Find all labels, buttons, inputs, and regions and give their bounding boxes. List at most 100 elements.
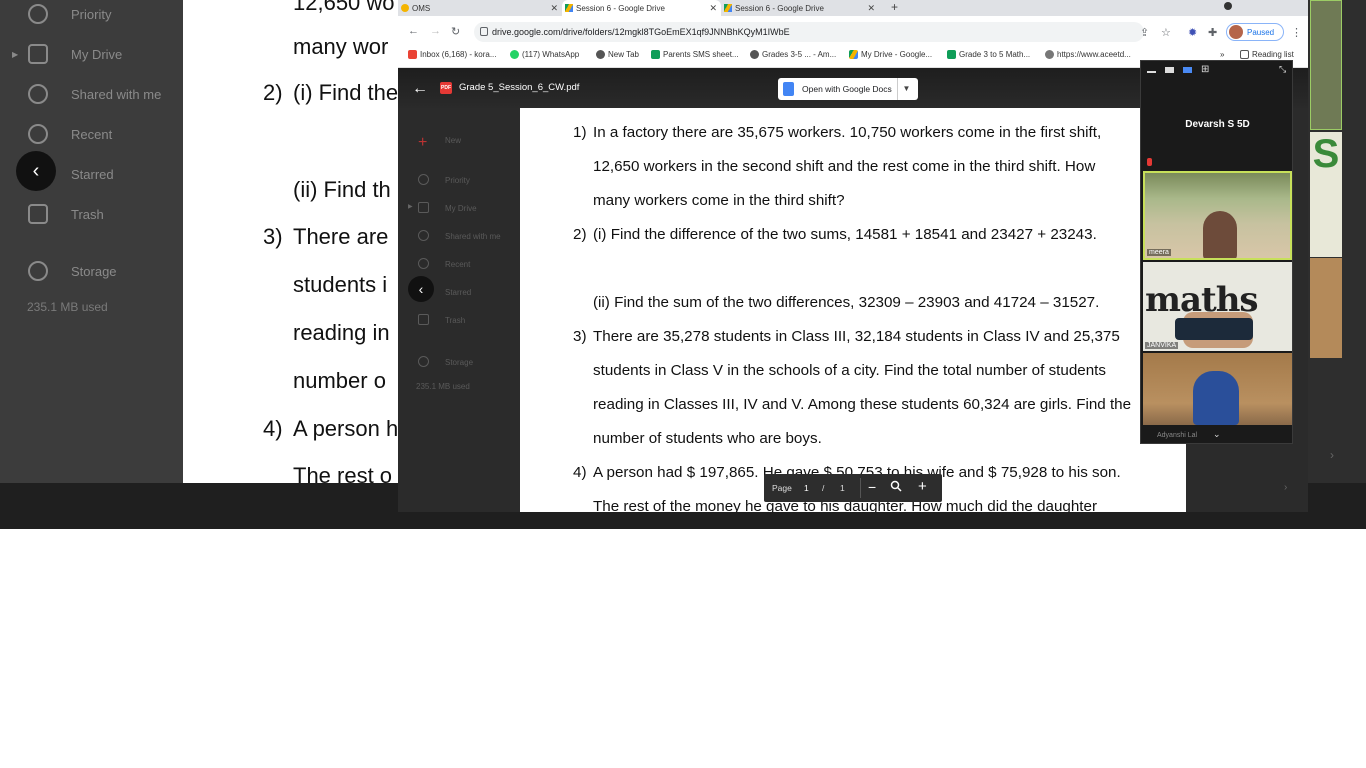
bg-sidebar-item-shared[interactable]: Shared with me [0, 76, 183, 112]
bg-doc-number: 4) [263, 416, 283, 441]
speaker-view-icon[interactable] [1183, 67, 1192, 73]
share-icon[interactable]: ⇪ [1140, 26, 1149, 39]
forward-arrow-icon[interactable]: → [430, 25, 441, 37]
participant-name: Adyanshi Lal [1157, 432, 1198, 439]
tab-search-icon[interactable] [1224, 2, 1232, 10]
bookmark-label: New Tab [608, 50, 639, 59]
open-with-label: Open with Google Docs [802, 84, 892, 94]
bookmark-aceetd[interactable]: https://www.aceetd... [1045, 50, 1131, 59]
back-arrow-icon[interactable]: ← [408, 25, 419, 37]
close-icon[interactable]: ✕ [550, 3, 558, 14]
sheets-icon [947, 50, 956, 59]
question-line: (i) Find the difference of the two sums,… [593, 226, 1097, 243]
bg-doc-line: (ii) Find th [293, 177, 391, 202]
zoom-out-button[interactable]: − [868, 479, 876, 495]
bookmark-grades[interactable]: Grades 3-5 ... - Am... [750, 50, 836, 59]
menu-dots-icon[interactable]: ⋮ [1291, 26, 1302, 39]
star-icon[interactable]: ☆ [1161, 26, 1171, 39]
bg-sidebar-label: Trash [71, 206, 104, 222]
bookmark-label: Grades 3-5 ... - Am... [762, 50, 837, 59]
question-number: 1) [573, 124, 587, 141]
bg-drive-sidebar: Priority ▶ My Drive Shared with me Recen… [0, 0, 183, 483]
participant-video-tile[interactable]: maths JANVIKA [1143, 262, 1292, 351]
bg-sidebar-item-my-drive[interactable]: ▶ My Drive [0, 36, 183, 72]
bg-sidebar-item-recent[interactable]: Recent [0, 116, 183, 152]
profile-status: Paused [1247, 28, 1275, 37]
question-line: In a factory there are 35,675 workers. 1… [593, 124, 1102, 141]
drive-icon [28, 44, 48, 64]
dim-sidebar-item: Storage [445, 358, 474, 367]
tab-oms[interactable]: OMS ✕ [398, 0, 562, 16]
drive-icon [849, 50, 858, 59]
bg-sidebar-label: Storage [71, 263, 117, 279]
bookmark-parents-sms[interactable]: Parents SMS sheet... [651, 50, 739, 59]
drive-favicon-icon [724, 4, 732, 12]
tab-session-drive[interactable]: Session 6 - Google Drive ✕ [721, 0, 879, 16]
cloud-icon [28, 261, 48, 281]
bookmark-label: (117) WhatsApp [522, 50, 580, 59]
question-line: reading in Classes III, IV and V. Among … [593, 396, 1132, 413]
close-icon[interactable]: ✕ [867, 3, 875, 14]
bookmark-new-tab[interactable]: New Tab [596, 50, 639, 59]
participant-image [1193, 371, 1239, 425]
chevron-left-icon: ‹ [32, 159, 40, 182]
bg-document-page: 12,650 wo many wor 2) (i) Find the (ii) … [183, 0, 403, 483]
dim-storage-used: 235.1 MB used [416, 382, 470, 391]
bookmark-whatsapp[interactable]: (117) WhatsApp [510, 50, 579, 59]
bg-sidebar-item-storage[interactable]: Storage [0, 253, 183, 289]
chevron-right-icon: › [1330, 448, 1334, 462]
oms-favicon-icon [401, 4, 409, 12]
close-icon[interactable]: ✕ [709, 3, 717, 14]
bg-sidebar-label: Shared with me [71, 86, 162, 102]
open-with-google-docs-button[interactable]: Open with Google Docs ▼ [778, 78, 918, 100]
bookmark-my-drive[interactable]: My Drive - Google... [849, 50, 932, 59]
chevron-right-icon: › [1284, 482, 1288, 493]
bookmark-grade-math[interactable]: Grade 3 to 5 Math... [947, 50, 1030, 59]
bg-doc-line: students i [293, 272, 388, 297]
pdf-file-title: Grade 5_Session_6_CW.pdf [459, 82, 580, 93]
people-icon [28, 84, 48, 104]
minimize-icon[interactable] [1147, 71, 1156, 73]
extension-gear-icon[interactable]: ✹ [1188, 26, 1197, 39]
question-line: There are 35,278 students in Class III, … [593, 328, 1120, 345]
chevron-down-icon[interactable]: ▼ [897, 78, 915, 100]
collapse-sidebar-button[interactable]: ‹ [408, 276, 434, 302]
chevron-left-icon: ‹ [418, 281, 424, 297]
globe-icon [596, 50, 605, 59]
whatsapp-icon [510, 50, 519, 59]
question-line: many workers come in the third shift? [593, 192, 845, 209]
page-number-input[interactable]: 1 [804, 483, 809, 493]
puzzle-extensions-icon[interactable]: ✚ [1208, 26, 1217, 39]
window-layout-icon[interactable] [1165, 67, 1174, 73]
question-line: number of students who are boys. [593, 430, 822, 447]
chevron-down-icon[interactable]: ⌄ [1213, 429, 1221, 440]
new-tab-button[interactable]: + [891, 0, 898, 14]
bookmark-label: Grade 3 to 5 Math... [959, 50, 1031, 59]
bookmark-label: My Drive - Google... [861, 50, 933, 59]
tab-label: Session 6 - Google Drive [735, 3, 824, 13]
bookmarks-overflow-icon[interactable]: » [1220, 50, 1224, 59]
bg-collapse-button[interactable]: ‹ [16, 151, 56, 191]
bg-video-tile [1310, 258, 1342, 358]
grid-view-icon[interactable]: ⊞ [1201, 64, 1209, 75]
bg-sidebar-item-priority[interactable]: Priority [0, 0, 183, 32]
participant-video-tile[interactable] [1143, 353, 1292, 425]
question-line: 12,650 workers in the second shift and t… [593, 158, 1096, 175]
tab-strip: OMS ✕ Session 6 - Google Drive ✕ Session… [398, 0, 1308, 16]
bg-tile-text: S [1312, 132, 1340, 176]
bookmark-label: Parents SMS sheet... [663, 50, 739, 59]
participant-name: meera [1147, 249, 1171, 256]
reload-icon[interactable]: ↻ [451, 25, 460, 38]
tab-session-drive-active[interactable]: Session 6 - Google Drive ✕ [562, 0, 721, 16]
zoom-in-button[interactable]: + [918, 478, 927, 495]
magnifier-icon[interactable] [890, 480, 902, 492]
exit-fullscreen-icon[interactable]: ⤡ [1279, 64, 1286, 75]
participant-video-tile[interactable]: meera [1143, 171, 1292, 260]
bookmark-gmail[interactable]: Inbox (6,168) - kora... [408, 50, 496, 59]
question-number: 4) [573, 464, 587, 481]
back-arrow-icon[interactable]: ← [412, 80, 428, 98]
lock-icon[interactable] [480, 27, 488, 36]
url-text[interactable]: drive.google.com/drive/folders/12mgkl8TG… [492, 27, 790, 37]
bg-sidebar-item-trash[interactable]: Trash [0, 196, 183, 232]
reading-list[interactable]: Reading list [1240, 50, 1294, 59]
